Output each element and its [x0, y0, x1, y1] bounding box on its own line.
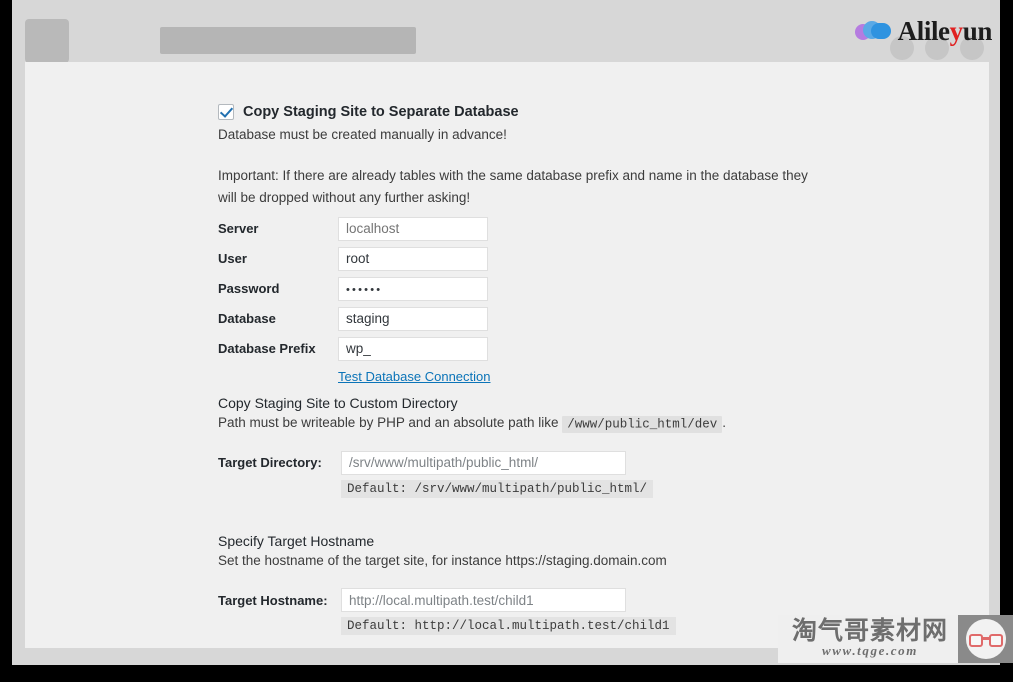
target-hostname-description: Set the hostname of the target site, for… [218, 553, 667, 568]
glasses-face-icon [958, 615, 1013, 663]
field-label-server: Server [218, 221, 259, 236]
field-row-password: Password [218, 274, 490, 303]
target-hostname-label: Target Hostname: [218, 592, 328, 608]
field-label-password: Password [218, 281, 280, 296]
target-hostname-row: Target Hostname: [218, 588, 676, 613]
watermark: 淘气哥素材网 www.tqge.com [777, 615, 1013, 663]
target-hostname-heading: Specify Target Hostname [218, 533, 375, 549]
cloud-icon [854, 20, 891, 42]
test-connection-row: Test Database Connection [338, 368, 490, 386]
separate-database-label: Copy Staging Site to Separate Database [243, 104, 519, 120]
field-label-user: User [218, 251, 247, 266]
browser-toolbar: Alileyun [12, 0, 1000, 63]
separate-database-checkbox-row[interactable]: Copy Staging Site to Separate Database [218, 104, 519, 120]
watermark-url: www.tqge.com [821, 643, 918, 659]
target-hostname-input[interactable] [341, 588, 626, 613]
field-row-database: Database [218, 304, 490, 333]
custom-directory-section: Copy Staging Site to Custom Directory Pa… [218, 395, 726, 498]
example-path-code: /www/public_html/dev [562, 415, 723, 433]
logo-text-suffix: un [962, 15, 993, 46]
site-logo: Alileyun [854, 14, 993, 48]
custom-directory-description: Path must be writeable by PHP and an abs… [218, 413, 726, 434]
logo-text-prefix: Alile [897, 15, 950, 46]
field-row-user: User [218, 244, 490, 273]
target-directory-default: Default: /srv/www/multipath/public_html/ [341, 479, 654, 498]
test-database-connection-link[interactable]: Test Database Connection [338, 369, 490, 384]
target-directory-label: Target Directory: [218, 455, 322, 471]
server-input[interactable] [338, 216, 488, 241]
separate-database-checkbox[interactable] [218, 104, 234, 120]
password-input[interactable] [338, 276, 488, 301]
target-directory-input[interactable] [341, 450, 626, 475]
field-label-database-prefix: Database Prefix [218, 341, 316, 356]
address-bar-placeholder[interactable] [160, 27, 416, 54]
target-directory-row: Target Directory: [218, 450, 726, 475]
custom-directory-heading: Copy Staging Site to Custom Directory [218, 395, 458, 411]
database-important-note: Important: If there are already tables w… [218, 168, 808, 205]
content-panel: Copy Staging Site to Separate Database D… [25, 62, 989, 648]
custom-directory-desc-after: . [722, 415, 727, 430]
field-row-server: Server [218, 214, 490, 243]
target-hostname-section: Specify Target Hostname Set the hostname… [218, 533, 676, 636]
custom-directory-desc-before: Path must be writeable by PHP and an abs… [218, 415, 559, 430]
user-input[interactable] [338, 246, 488, 271]
target-hostname-default: Default: http://local.multipath.test/chi… [341, 617, 676, 636]
database-prefix-input[interactable] [338, 336, 488, 361]
watermark-chinese-text: 淘气哥素材网 [791, 616, 948, 646]
field-label-database: Database [218, 311, 276, 326]
database-form: Server User Password Database Database P… [218, 214, 490, 386]
logo-text-highlight: y [949, 15, 964, 46]
toolbar-placeholder-square [25, 19, 69, 63]
logo-wordmark: Alileyun [897, 15, 993, 47]
database-subtitle: Database must be created manually in adv… [218, 127, 507, 142]
field-row-database-prefix: Database Prefix [218, 334, 490, 363]
database-input[interactable] [338, 306, 488, 331]
watermark-text-box: 淘气哥素材网 www.tqge.com [777, 615, 958, 663]
screenshot-root: Alileyun Copy Staging Site to Separate D… [0, 0, 1013, 682]
